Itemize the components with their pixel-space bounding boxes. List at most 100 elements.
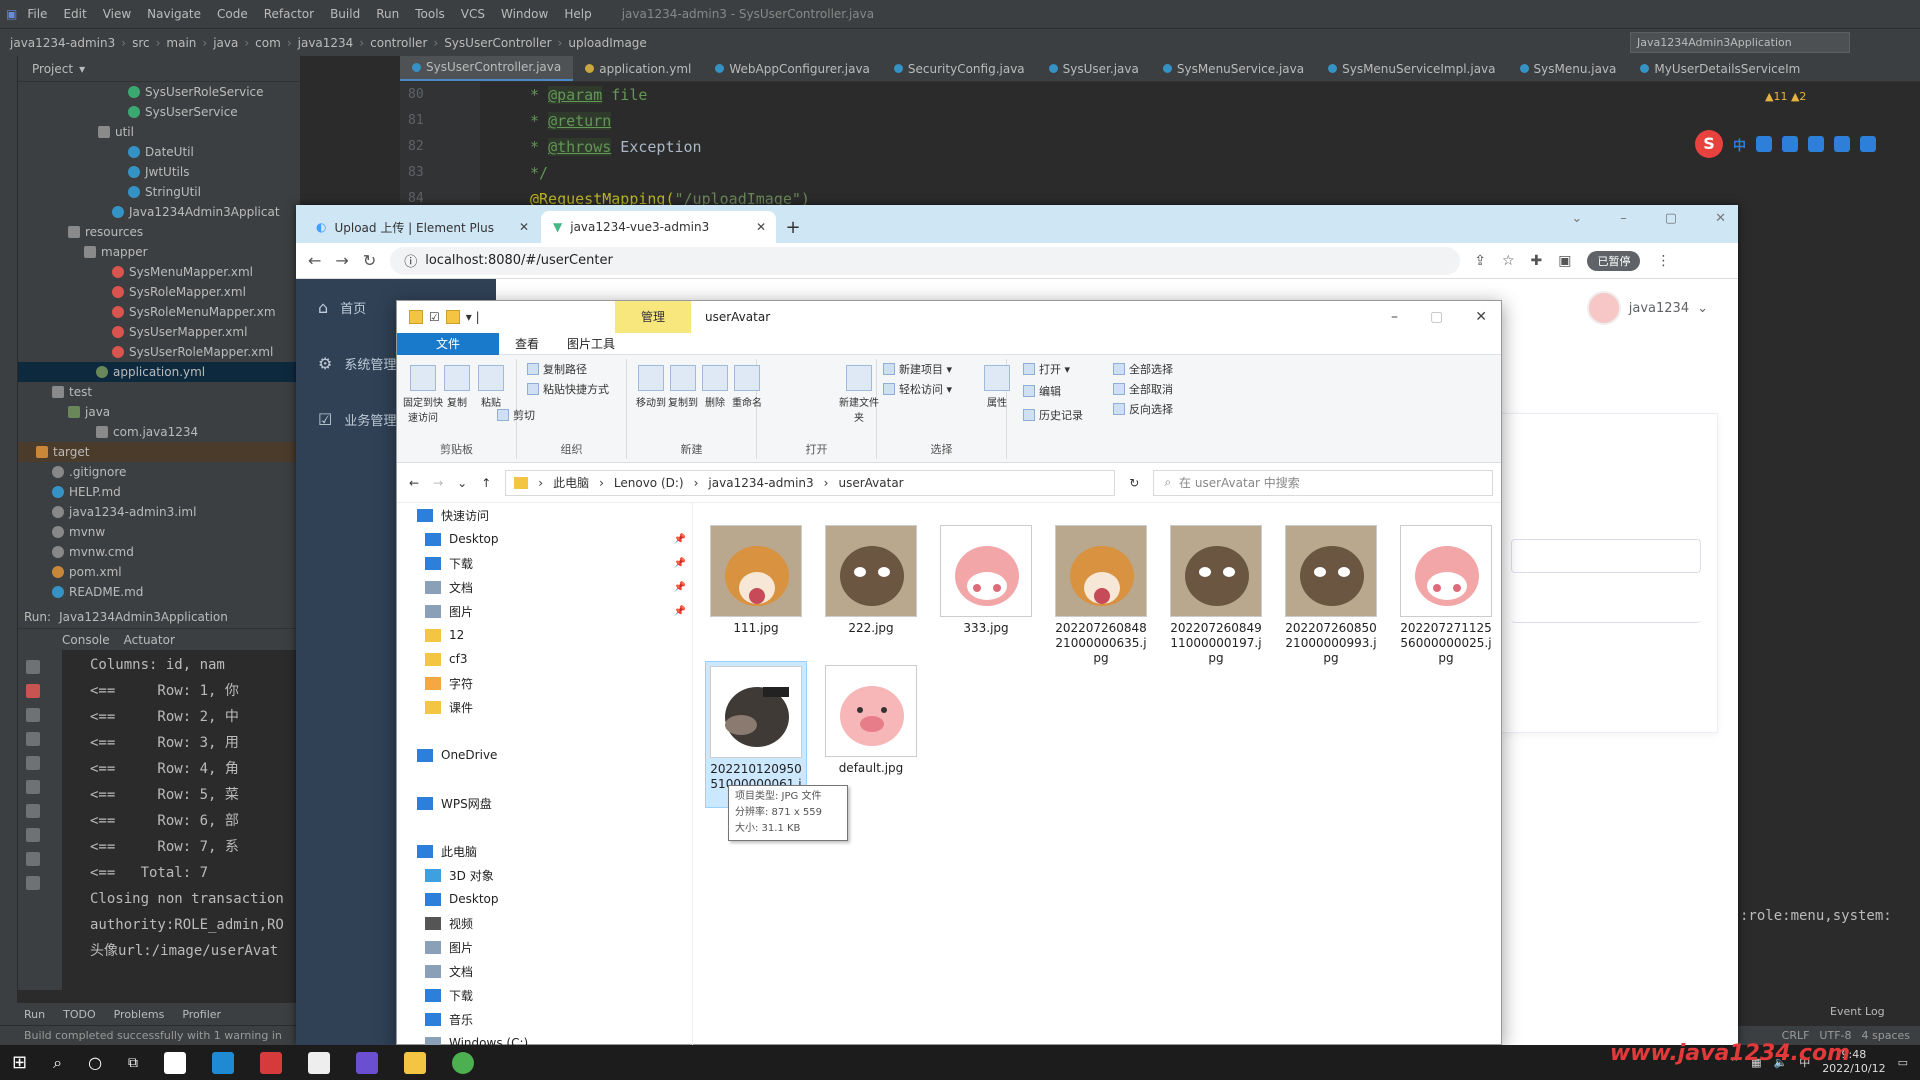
nav-item[interactable]: 下载 📌: [397, 551, 692, 575]
close-icon[interactable]: ✕: [1475, 301, 1487, 333]
breadcrumb-item[interactable]: com: [255, 36, 281, 50]
edit-button[interactable]: 编辑: [1023, 383, 1061, 399]
breadcrumb-item[interactable]: java: [213, 36, 238, 50]
intellij-icon[interactable]: [356, 1051, 379, 1074]
ime-punct-icon[interactable]: [1756, 136, 1773, 152]
tab-actuator[interactable]: Actuator: [124, 633, 175, 647]
menu-item[interactable]: File: [21, 7, 53, 21]
ime-emoji-icon[interactable]: [1782, 136, 1799, 152]
form-field[interactable]: [1511, 589, 1701, 623]
maximize-icon[interactable]: ▢: [1430, 301, 1443, 333]
history-button[interactable]: 历史记录: [1023, 407, 1083, 423]
app-icon[interactable]: [260, 1051, 283, 1074]
forward-icon[interactable]: →: [433, 476, 443, 490]
file-item[interactable]: 333.jpg: [935, 521, 1037, 636]
refresh-icon[interactable]: ↻: [1129, 476, 1139, 490]
back-icon[interactable]: ←: [409, 476, 419, 490]
paste-button[interactable]: 粘贴: [469, 365, 513, 409]
camera-icon[interactable]: [26, 756, 40, 770]
reload-icon[interactable]: ↻: [363, 251, 376, 270]
status-item[interactable]: 4 spaces: [1862, 1026, 1911, 1046]
maximize-icon[interactable]: ▢: [1665, 211, 1677, 226]
rename-button[interactable]: 重命名: [725, 365, 769, 409]
form-field[interactable]: [1511, 539, 1701, 573]
manage-tab[interactable]: 管理: [615, 301, 691, 333]
breadcrumb-item[interactable]: controller: [370, 36, 427, 50]
search-icon[interactable]: ⌕: [53, 1053, 62, 1073]
nav-item[interactable]: 图片 📌: [397, 599, 692, 623]
properties-icon[interactable]: ☑: [429, 310, 440, 324]
tree-item[interactable]: SysUserRoleService: [18, 82, 300, 102]
close-icon[interactable]: ✕: [756, 220, 766, 234]
breadcrumb-item[interactable]: userAvatar: [838, 476, 903, 490]
nav-item[interactable]: 文档 📌: [397, 575, 692, 599]
editor-tab[interactable]: SecurityConfig.java: [882, 56, 1037, 81]
nav-item[interactable]: 3D 对象: [397, 863, 692, 887]
copy-path-button[interactable]: 复制路径: [527, 361, 587, 377]
tree-item[interactable]: util: [18, 122, 300, 142]
nav-item[interactable]: Desktop 📌: [397, 527, 692, 551]
editor-tab[interactable]: SysUserController.java: [400, 56, 574, 81]
editor-tab[interactable]: MyUserDetailsServiceIm: [1628, 56, 1812, 81]
nav-item[interactable]: 视频: [397, 911, 692, 935]
pin-icon[interactable]: [26, 876, 40, 890]
down-icon[interactable]: [26, 708, 40, 722]
menu-item[interactable]: Window: [495, 7, 554, 21]
menu-item[interactable]: Refactor: [258, 7, 320, 21]
breadcrumb-item[interactable]: java1234-admin3: [708, 476, 813, 490]
file-item[interactable]: 222.jpg: [820, 521, 922, 636]
nav-item[interactable]: 文档: [397, 959, 692, 983]
nav-item[interactable]: 字符: [397, 671, 692, 695]
nav-item[interactable]: 快速访问: [397, 503, 692, 527]
cortana-icon[interactable]: ○: [88, 1053, 102, 1072]
sogou-icon[interactable]: S: [1695, 130, 1723, 158]
tree-item[interactable]: pom.xml: [18, 562, 300, 582]
ribbon-tab[interactable]: 图片工具: [553, 333, 629, 355]
tree-item[interactable]: SysUserRoleMapper.xml: [18, 342, 300, 362]
easy-access-button[interactable]: 轻松访问 ▾: [883, 381, 952, 397]
wrap-icon[interactable]: [26, 804, 40, 818]
tree-item[interactable]: SysUserService: [18, 102, 300, 122]
menu-item[interactable]: Run: [370, 7, 405, 21]
app-icon[interactable]: [212, 1051, 235, 1074]
tree-item[interactable]: DateUtil: [18, 142, 300, 162]
new-folder-icon[interactable]: [445, 310, 460, 324]
menu-item[interactable]: View: [97, 7, 137, 21]
notification-icon[interactable]: ▭: [1898, 1056, 1908, 1069]
breadcrumb-item[interactable]: java1234: [298, 36, 354, 50]
breadcrumb-item[interactable]: uploadImage: [568, 36, 646, 50]
breadcrumb-item[interactable]: java1234-admin3: [10, 36, 115, 50]
menu-item[interactable]: Build: [324, 7, 366, 21]
back-icon[interactable]: ←: [308, 251, 321, 270]
nav-item[interactable]: 下载: [397, 983, 692, 1007]
share-icon[interactable]: ⇪: [1474, 253, 1486, 269]
editor-tab[interactable]: SysMenuService.java: [1151, 56, 1316, 81]
menu-item[interactable]: Code: [211, 7, 254, 21]
editor-tab[interactable]: SysMenuServiceImpl.java: [1316, 56, 1507, 81]
event-log[interactable]: Event Log: [1830, 1005, 1885, 1018]
tree-item[interactable]: StringUtil: [18, 182, 300, 202]
task-view-icon[interactable]: ⧉: [128, 1055, 138, 1071]
inspection-warnings[interactable]: ▲11 ▲2: [1765, 90, 1806, 103]
breadcrumb[interactable]: › 此电脑 › Lenovo (D:) › java1234-admin3 › userAva…: [505, 469, 1116, 496]
tree-item[interactable]: java1234-admin3.iml: [18, 502, 300, 522]
bottom-tab[interactable]: Problems: [114, 1008, 165, 1021]
breadcrumb-item[interactable]: src: [132, 36, 150, 50]
nav-item[interactable]: 图片: [397, 935, 692, 959]
run-config-select[interactable]: Java1234Admin3Application: [1630, 32, 1850, 53]
star-icon[interactable]: ☆: [1502, 253, 1515, 269]
chevron-down-icon[interactable]: ⌄: [457, 476, 467, 490]
file-explorer-icon[interactable]: [404, 1051, 427, 1074]
bottom-tab[interactable]: Run: [24, 1008, 45, 1021]
file-item[interactable]: 20220727112556000000025.jpg: [1395, 521, 1497, 666]
nav-item[interactable]: 音乐: [397, 1007, 692, 1031]
tree-item[interactable]: README.md: [18, 582, 300, 602]
editor-tab[interactable]: WebAppConfigurer.java: [703, 56, 882, 81]
nav-item[interactable]: 12: [397, 623, 692, 647]
ime-keyboard-icon[interactable]: [1834, 136, 1851, 152]
invert-selection-button[interactable]: 反向选择: [1113, 401, 1173, 417]
nav-item[interactable]: Windows (C:): [397, 1031, 692, 1046]
close-icon[interactable]: ✕: [1715, 211, 1726, 226]
menu-item[interactable]: VCS: [455, 7, 491, 21]
browser-tab[interactable]: ◐ Upload 上传 | Element Plus ✕: [304, 211, 539, 243]
